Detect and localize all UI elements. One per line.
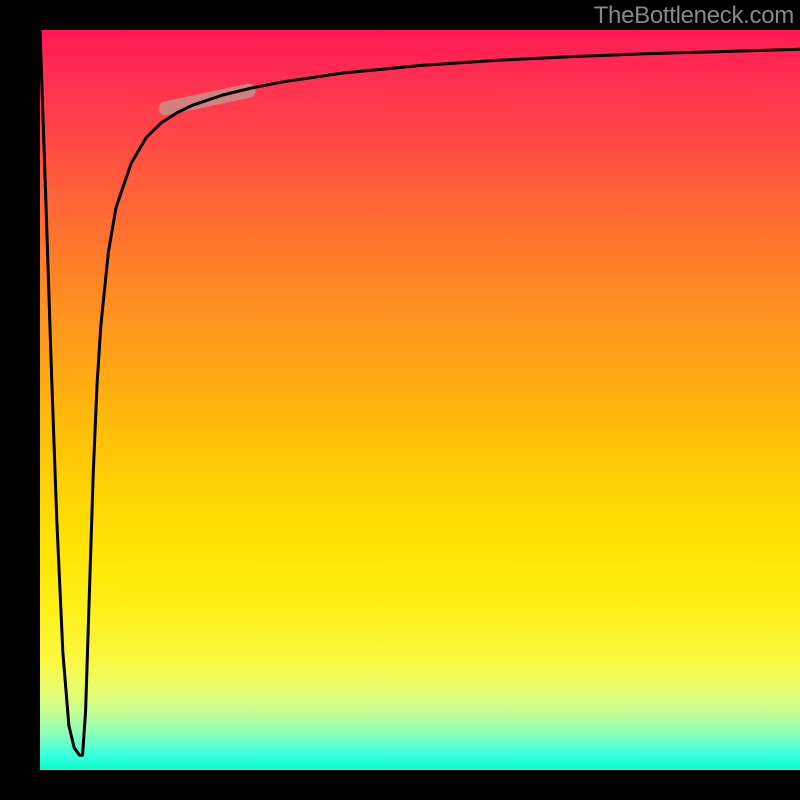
chart-plot-area <box>40 30 800 770</box>
chart-svg <box>40 30 800 770</box>
highlight-marker <box>157 82 257 116</box>
bottleneck-curve-line <box>40 30 800 755</box>
watermark-text: TheBottleneck.com <box>594 2 794 30</box>
